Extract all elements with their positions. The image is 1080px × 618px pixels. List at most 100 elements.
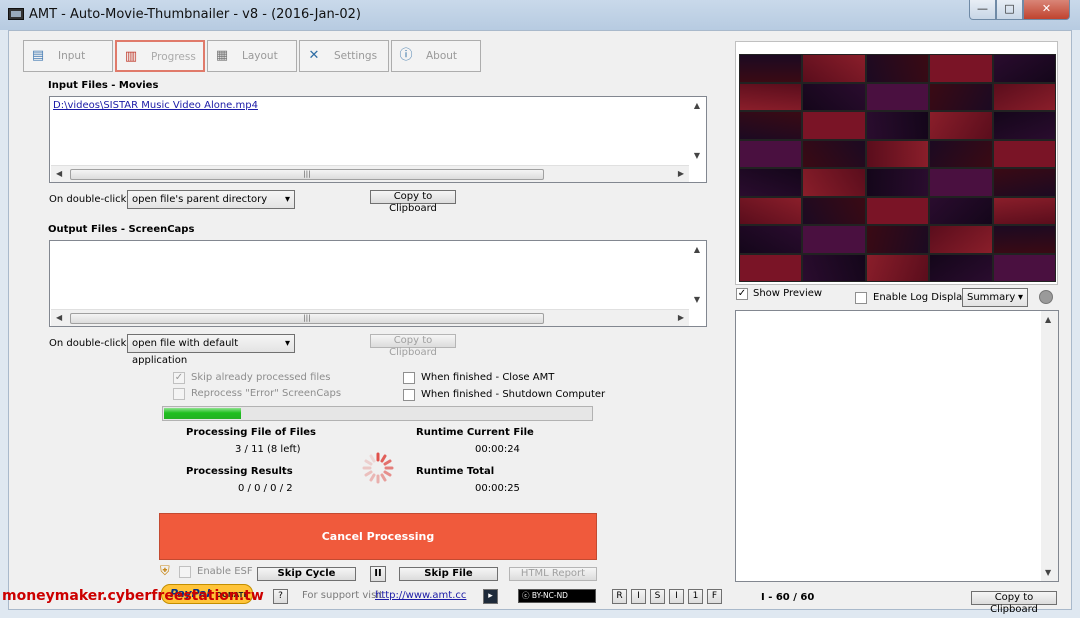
scroll-right-icon[interactable]: ▶ xyxy=(678,169,684,178)
thumbnail-cell xyxy=(993,140,1055,167)
skip-file-button[interactable]: Skip File xyxy=(399,567,498,581)
thumbnail-cell xyxy=(803,112,865,139)
input-copy-button[interactable]: Copy to Clipboard xyxy=(370,190,456,214)
input-files-list[interactable]: D:\videos\SISTAR Music Video Alone.mp4 ▲… xyxy=(49,96,707,183)
console-icon[interactable]: ▸ xyxy=(483,589,498,604)
thumbnail-cell xyxy=(930,55,992,82)
tab-input-label: Input xyxy=(58,50,86,62)
skip-processed-checkbox[interactable]: ✓ xyxy=(173,372,185,384)
preview-copy-button[interactable]: Copy to Clipboard xyxy=(971,591,1057,615)
tab-layout-label: Layout xyxy=(242,50,278,62)
thumbnail-cell xyxy=(803,83,865,110)
toggle-f-button[interactable]: F xyxy=(707,589,722,604)
scroll-left-icon[interactable]: ◀ xyxy=(56,313,62,322)
thumbnail-cell xyxy=(993,169,1055,196)
scroll-up-icon[interactable]: ▲ xyxy=(694,245,700,254)
license-text: BY-NC-ND xyxy=(531,591,568,600)
input-hscrollbar[interactable]: ◀ ||| ▶ xyxy=(51,165,689,182)
thumbnail-cell xyxy=(866,169,929,196)
input-files-title: Input Files - Movies xyxy=(48,80,159,91)
html-report-button[interactable]: HTML Report xyxy=(509,567,597,581)
toggle-i2-button[interactable]: I xyxy=(669,589,684,604)
thumbnail-cell xyxy=(740,254,802,281)
thumbnail-cell xyxy=(803,254,865,281)
thumbnail-cell xyxy=(866,197,929,224)
thumbnail-cell xyxy=(803,226,865,253)
close-button[interactable]: ✕ xyxy=(1023,0,1070,20)
thumbnail-range: I - 60 / 60 xyxy=(761,592,815,603)
maximize-button[interactable]: □ xyxy=(996,0,1023,20)
title-bar: AMT - Auto-Movie-Thumbnailer - v8 - (201… xyxy=(0,0,1080,30)
thumbnail-cell xyxy=(866,254,929,281)
app-icon xyxy=(8,8,24,20)
thumbnail-cell xyxy=(930,140,992,167)
output-double-click-select[interactable]: open file with default application xyxy=(127,334,295,366)
show-preview-checkbox[interactable]: ✓ xyxy=(736,288,748,300)
log-mode-select[interactable]: Summary xyxy=(962,288,1028,307)
minimize-button[interactable]: — xyxy=(969,0,996,20)
toggle-1-button[interactable]: 1 xyxy=(688,589,703,604)
toggle-i-button[interactable]: I xyxy=(631,589,646,604)
scroll-down-icon[interactable]: ▼ xyxy=(694,151,700,160)
help-icon[interactable]: ? xyxy=(273,589,288,604)
tab-about-label: About xyxy=(426,50,458,62)
close-amt-checkbox[interactable] xyxy=(403,372,415,384)
input-double-click-label: On double-click xyxy=(49,194,127,205)
thumbnail-cell xyxy=(866,83,929,110)
input-file-item[interactable]: D:\videos\SISTAR Music Video Alone.mp4 xyxy=(53,100,258,111)
shutdown-checkbox[interactable] xyxy=(403,389,415,401)
skip-processed-label: Skip already processed files xyxy=(191,372,331,383)
tab-settings[interactable]: ✕ Settings xyxy=(299,40,389,72)
reprocess-error-checkbox[interactable] xyxy=(173,388,185,400)
thumbnail-cell xyxy=(740,197,802,224)
skip-cycle-button[interactable]: Skip Cycle xyxy=(257,567,356,581)
thumbnail-cell xyxy=(866,112,929,139)
input-double-click-select[interactable]: open file's parent directory xyxy=(127,190,295,209)
scroll-up-icon[interactable]: ▲ xyxy=(694,101,700,110)
toggle-r-button[interactable]: R xyxy=(612,589,627,604)
about-icon: ⓘ xyxy=(399,48,413,63)
enable-log-label: Enable Log Display xyxy=(873,292,969,303)
input-hscroll-thumb[interactable]: ||| xyxy=(70,169,544,180)
thumbnail-cell xyxy=(740,226,802,253)
enable-esf-label: Enable ESF xyxy=(197,566,253,577)
thumbnail-cell xyxy=(866,226,929,253)
shield-icon: ⛨ xyxy=(160,564,170,579)
tab-input[interactable]: ▤ Input xyxy=(23,40,113,72)
show-preview-label: Show Preview xyxy=(753,288,823,299)
runtime-total-label: Runtime Total xyxy=(416,466,495,477)
thumbnail-cell xyxy=(930,226,992,253)
enable-esf-checkbox[interactable] xyxy=(179,566,191,578)
tab-layout[interactable]: ▦ Layout xyxy=(207,40,297,72)
support-link[interactable]: http://www.amt.cc xyxy=(375,590,466,601)
enable-log-checkbox[interactable] xyxy=(855,292,867,304)
thumbnail-cell xyxy=(930,254,992,281)
input-icon: ▤ xyxy=(31,48,45,63)
thumbnail-cell xyxy=(803,197,865,224)
cancel-processing-button[interactable]: Cancel Processing xyxy=(159,513,597,560)
log-display[interactable]: ▲ ▼ xyxy=(735,310,1059,582)
output-copy-button[interactable]: Copy to Clipboard xyxy=(370,334,456,358)
thumbnail-preview xyxy=(735,41,1058,285)
license-badge[interactable]: ⓒ BY-NC-ND xyxy=(518,589,596,603)
support-text: For support visit xyxy=(302,590,383,601)
loading-spinner-icon xyxy=(362,452,394,484)
tab-progress[interactable]: ▥ Progress xyxy=(115,40,205,72)
pause-button[interactable]: II xyxy=(370,566,386,582)
scroll-down-icon[interactable]: ▼ xyxy=(694,295,700,304)
toggle-s-button[interactable]: S xyxy=(650,589,665,604)
tab-about[interactable]: ⓘ About xyxy=(391,40,481,72)
thumbnail-cell xyxy=(740,112,802,139)
runtime-current-value: 00:00:24 xyxy=(475,444,520,455)
thumbnail-cell xyxy=(930,197,992,224)
scroll-down-icon[interactable]: ▼ xyxy=(1045,568,1051,577)
scroll-left-icon[interactable]: ◀ xyxy=(56,169,62,178)
thumbnail-cell xyxy=(930,83,992,110)
output-hscrollbar[interactable]: ◀ ||| ▶ xyxy=(51,309,689,326)
runtime-current-label: Runtime Current File xyxy=(416,427,534,438)
scroll-up-icon[interactable]: ▲ xyxy=(1045,315,1051,324)
output-files-list[interactable]: ▲ ▼ ◀ ||| ▶ xyxy=(49,240,707,327)
log-vscrollbar[interactable]: ▲ ▼ xyxy=(1041,311,1058,581)
output-hscroll-thumb[interactable]: ||| xyxy=(70,313,544,324)
scroll-right-icon[interactable]: ▶ xyxy=(678,313,684,322)
